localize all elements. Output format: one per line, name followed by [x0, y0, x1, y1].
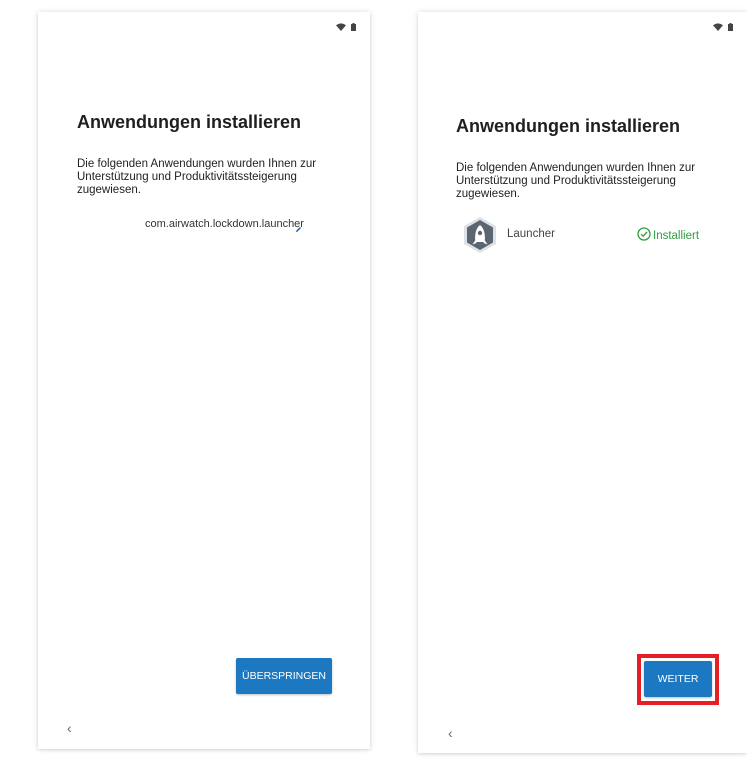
check-circle-icon [637, 227, 651, 244]
page-description: Die folgenden Anwendungen wurden Ihnen z… [77, 158, 317, 196]
app-identifier: com.airwatch.lockdown.launcher [145, 218, 304, 230]
right-phone-screen: Anwendungen installieren Die folgenden A… [418, 12, 747, 753]
battery-icon [728, 18, 733, 36]
launcher-app-icon [461, 216, 499, 259]
battery-icon [351, 18, 356, 36]
install-status-label: Installiert [653, 229, 700, 242]
page-description: Die folgenden Anwendungen wurden Ihnen z… [456, 162, 696, 200]
page-title: Anwendungen installieren [77, 112, 302, 132]
back-icon[interactable]: ‹ [448, 725, 453, 741]
wifi-icon [336, 18, 346, 36]
wifi-icon [713, 18, 723, 36]
highlight-box [637, 654, 719, 705]
back-icon[interactable]: ‹ [67, 720, 72, 736]
install-status: Installiert [637, 227, 699, 244]
left-phone-screen: Anwendungen installieren Die folgenden A… [38, 12, 370, 749]
app-name: Launcher [507, 228, 555, 240]
status-bar [336, 18, 356, 36]
edit-icon [295, 220, 302, 238]
app-list-item: Launcher Installiert [461, 216, 711, 254]
skip-button[interactable]: ÜBERSPRINGEN [236, 658, 332, 694]
status-bar [713, 18, 733, 36]
page-title: Anwendungen installieren [456, 116, 681, 136]
